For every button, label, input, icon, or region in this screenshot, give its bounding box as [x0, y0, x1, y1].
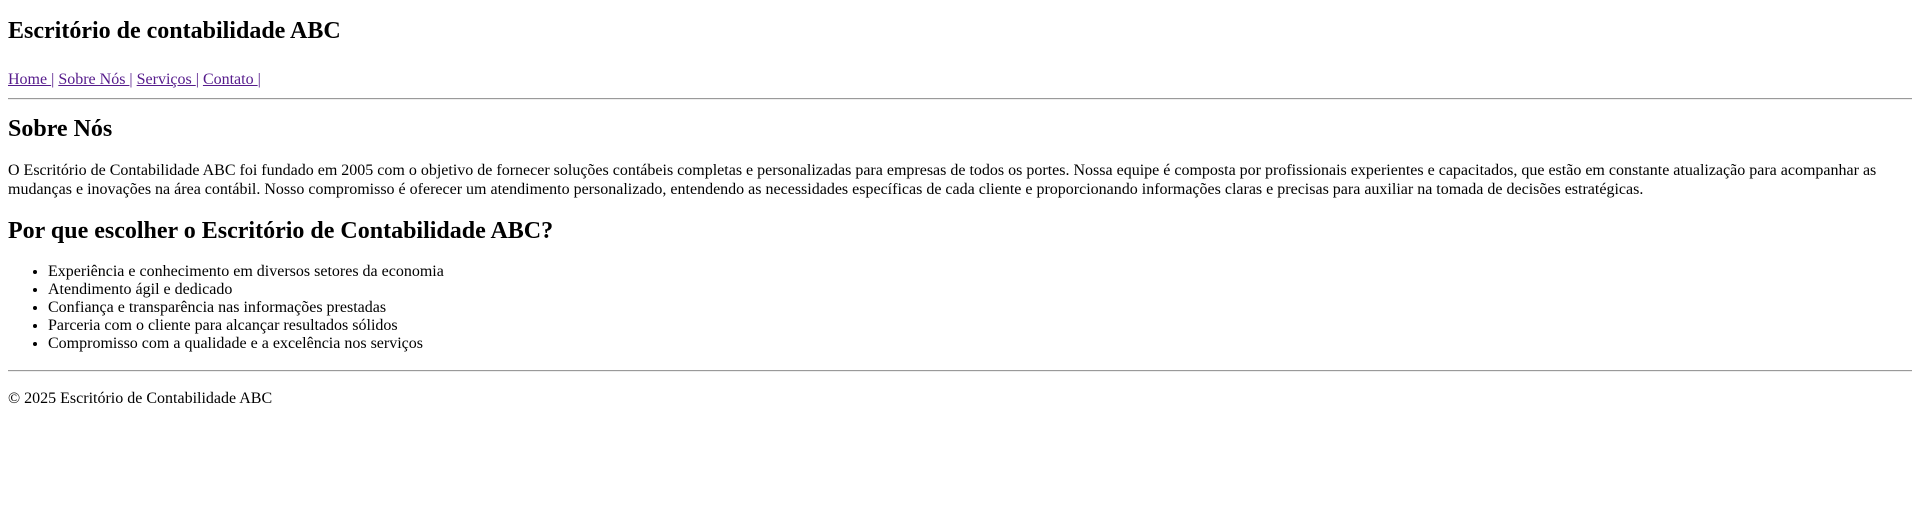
nav-link-contato[interactable]: Contato [203, 71, 258, 88]
list-item: Experiência e conhecimento em diversos s… [48, 263, 1912, 281]
site-header: Escritório de contabilidade ABC Home | S… [8, 0, 1912, 89]
nav-separator: | [129, 71, 133, 88]
nav-link-servicos[interactable]: Serviços [137, 71, 196, 88]
site-footer: © 2025 Escritório de Contabilidade ABC [8, 390, 1912, 408]
about-heading: Sobre Nós [8, 116, 113, 142]
copyright-text: © 2025 Escritório de Contabilidade ABC [8, 390, 273, 407]
about-paragraph: O Escritório de Contabilidade ABC foi fu… [8, 162, 1877, 198]
list-item: Atendimento ágil e dedicado [48, 281, 1912, 299]
main-nav: Home | Sobre Nós | Serviços | Contato | [8, 71, 1912, 89]
nav-separator: | [195, 71, 199, 88]
about-section: Sobre Nós O Escritório de Contabilidade … [8, 116, 1912, 199]
list-item: Confiança e transparência nas informaçõe… [48, 299, 1912, 317]
site-title: Escritório de contabilidade ABC [8, 18, 341, 44]
nav-link-sobre-nos[interactable]: Sobre Nós [58, 71, 129, 88]
header-divider [8, 98, 1912, 100]
footer-divider [8, 370, 1912, 372]
nav-separator: | [51, 71, 55, 88]
page: Escritório de contabilidade ABC Home | S… [0, 0, 1920, 408]
nav-link-home[interactable]: Home [8, 71, 51, 88]
nav-separator: | [257, 71, 261, 88]
list-item: Compromisso com a qualidade e a excelênc… [48, 335, 1912, 353]
why-section: Por que escolher o Escritório de Contabi… [8, 218, 1912, 353]
list-item: Parceria com o cliente para alcançar res… [48, 317, 1912, 335]
why-heading: Por que escolher o Escritório de Contabi… [8, 218, 554, 244]
why-list: Experiência e conhecimento em diversos s… [8, 263, 1912, 353]
